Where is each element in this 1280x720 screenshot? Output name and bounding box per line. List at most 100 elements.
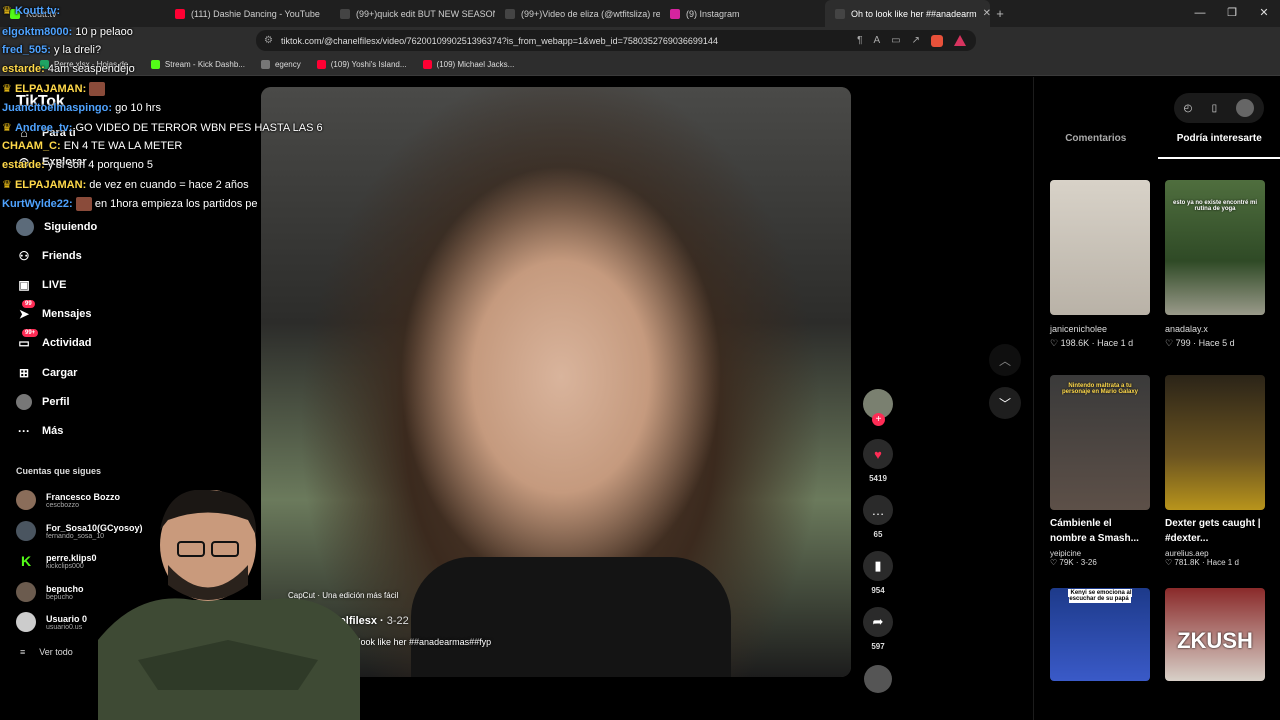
recommendation-card[interactable]: Nintendo maltrata a tu personaje en Mari… bbox=[1050, 375, 1150, 567]
video-thumbnail[interactable]: ZKUSH bbox=[1165, 588, 1265, 681]
video-thumbnail[interactable] bbox=[1165, 375, 1265, 510]
previous-video-button[interactable]: ︿ bbox=[989, 344, 1021, 376]
video-thumbnail[interactable]: Kenyi se emociona al escuchar de su papá bbox=[1050, 588, 1150, 681]
chat-text: EN 4 TE WA LA METER bbox=[63, 140, 183, 152]
video-thumbnail[interactable]: Nintendo maltrata a tu personaje en Mari… bbox=[1050, 375, 1150, 510]
video-thumbnail[interactable]: esto ya no existe encontré mi rutina de … bbox=[1165, 180, 1265, 315]
card-stats: ♡ 799 · Hace 5 d bbox=[1165, 338, 1235, 348]
bookmark-item[interactable]: (109) Michael Jacks... bbox=[422, 60, 514, 69]
recommendation-card[interactable]: Dexter gets caught | #dexter... aurelius… bbox=[1165, 375, 1265, 567]
chevron-up-icon: ︿ bbox=[998, 353, 1011, 368]
reader-mode-icon[interactable]: ¶ bbox=[857, 35, 862, 47]
crown-icon: ♛ bbox=[2, 179, 12, 191]
comment-button[interactable]: … bbox=[863, 495, 893, 525]
close-window-button[interactable]: ✕ bbox=[1248, 0, 1280, 27]
card-author[interactable]: anadalay.x bbox=[1165, 322, 1265, 336]
card-title[interactable]: Cámbienle el nombre a Smash... bbox=[1050, 516, 1150, 546]
brave-shields-icon[interactable] bbox=[931, 34, 943, 47]
like-button[interactable]: ♥ bbox=[863, 439, 893, 469]
chat-text: y si son 4 porqueno 5 bbox=[47, 159, 154, 171]
nav-mensajes[interactable]: ➤ 99 Mensajes bbox=[16, 300, 92, 322]
browser-tab[interactable]: (99+)Video de eliza (@wtfitsliza) relo bbox=[495, 0, 660, 27]
avatar[interactable] bbox=[1236, 99, 1255, 117]
recommendation-card[interactable]: janicenicholee ♡ 198.6K · Hace 1 d bbox=[1050, 180, 1150, 350]
chat-username: ELPAJAMAN: bbox=[14, 83, 87, 95]
recommendation-card[interactable]: Kenyi se emociona al escuchar de su papá bbox=[1050, 588, 1150, 681]
close-tab-icon[interactable]: ✕ bbox=[983, 8, 990, 19]
chat-text: de vez en cuando = hace 2 años bbox=[89, 179, 249, 191]
card-author[interactable]: aurelius.aep bbox=[1165, 549, 1265, 558]
save-button[interactable]: ▮ bbox=[863, 551, 893, 581]
share-button[interactable]: ➦ bbox=[863, 607, 893, 637]
site-settings-icon[interactable]: ⚙ bbox=[264, 35, 273, 46]
card-author[interactable]: janicenicholee bbox=[1050, 322, 1150, 336]
account-handle: usuario0.us bbox=[46, 623, 83, 631]
timer-icon[interactable]: ◴ bbox=[1184, 103, 1193, 114]
new-tab-button[interactable]: + bbox=[990, 6, 1010, 21]
profile-icon bbox=[16, 394, 32, 410]
youtube-icon bbox=[316, 60, 326, 69]
chat-message: ♛ Andree_tv: GO VIDEO DE TERROR WBN PES … bbox=[2, 121, 323, 134]
share-icon[interactable]: ↗ bbox=[912, 35, 920, 47]
nav-cargar[interactable]: ⊞ Cargar bbox=[16, 365, 78, 381]
nav-label: Mensajes bbox=[42, 308, 92, 320]
browser-tab-active[interactable]: Oh to look like her ##anadearm ✕ bbox=[825, 0, 990, 27]
card-author[interactable]: yeipicine bbox=[1050, 549, 1150, 558]
follow-plus-icon[interactable]: + bbox=[872, 413, 885, 426]
bookmark-item[interactable]: Stream - Kick Dashb... bbox=[150, 60, 245, 69]
bookmarks-bar: Perre.xlsx - Hojas de... Stream - Kick D… bbox=[0, 54, 1280, 76]
chat-message: KurtWylde22: en 1hora empieza los partid… bbox=[2, 197, 258, 211]
bookmark-item[interactable]: (109) Yoshi's Island... bbox=[316, 60, 407, 69]
maximize-button[interactable]: ❐ bbox=[1216, 0, 1248, 27]
nav-mas[interactable]: ··· Más bbox=[16, 423, 63, 439]
panel-tools: ◴ ▯ bbox=[1174, 93, 1264, 123]
nav-actividad[interactable]: ▭ 99+ Actividad bbox=[16, 329, 92, 351]
heart-outline-icon: ♡ bbox=[1165, 338, 1174, 348]
chat-username: Juancitoelmaspingo: bbox=[2, 102, 113, 114]
browser-tab[interactable]: (99+)quick edit BUT NEW SEASON IS bbox=[330, 0, 495, 27]
nav-live[interactable]: ▣ LIVE bbox=[16, 277, 66, 293]
cast-icon[interactable]: ▭ bbox=[891, 35, 900, 47]
sound-disc-icon[interactable] bbox=[864, 665, 892, 693]
tab-comentarios[interactable]: Comentarios bbox=[1034, 133, 1158, 159]
author-avatar[interactable]: + bbox=[863, 389, 893, 426]
bookmark-label: (109) Yoshi's Island... bbox=[330, 60, 407, 69]
recommendation-card[interactable]: ZKUSH bbox=[1165, 588, 1265, 681]
video-actions: + ♥ 5419 … 65 ▮ 954 ➦ 597 bbox=[862, 389, 894, 693]
nav-label: Friends bbox=[42, 250, 82, 262]
followed-account[interactable]: bepucho bepucho bbox=[16, 582, 84, 602]
address-bar[interactable]: ⚙ tiktok.com/@chanelfilesx/video/7620010… bbox=[256, 30, 976, 51]
nav-perfil[interactable]: Perfil bbox=[16, 394, 70, 410]
tiktok-icon bbox=[505, 8, 515, 19]
next-video-button[interactable]: ﹀ bbox=[989, 387, 1021, 419]
see-all-button[interactable]: ≡ Ver todo bbox=[20, 647, 73, 657]
followed-account[interactable]: Usuario 0 usuario0.us bbox=[16, 612, 87, 632]
card-title[interactable]: Dexter gets caught | #dexter... bbox=[1165, 516, 1265, 546]
bookmark-label: egency bbox=[274, 60, 301, 69]
followed-account[interactable]: Kperre.klips0 kickclips000 bbox=[16, 551, 97, 571]
heart-outline-icon: ♡ bbox=[1050, 558, 1058, 567]
tab-podria-interesarte[interactable]: Podría interesarte bbox=[1157, 133, 1280, 159]
browser-tab[interactable]: (111) Dashie Dancing - YouTube bbox=[165, 0, 330, 27]
nav-friends[interactable]: ⚇ Friends bbox=[16, 248, 82, 264]
tab-title: (9) Instagram bbox=[686, 8, 740, 19]
minimize-button[interactable]: — bbox=[1184, 0, 1216, 27]
card-stats: aurelius.aep ♡ 781.8K · Hace 1 d bbox=[1165, 549, 1265, 567]
thumbnail-overlay: Kenyi se emociona al escuchar de su papá bbox=[1056, 589, 1144, 603]
translate-icon[interactable]: A bbox=[873, 35, 880, 47]
nav-siguiendo[interactable]: Siguiendo bbox=[16, 218, 97, 236]
comment-icon: … bbox=[871, 502, 885, 518]
video-thumbnail[interactable] bbox=[1050, 180, 1150, 315]
streamer-webcam bbox=[98, 490, 360, 720]
share-count: 597 bbox=[871, 642, 885, 651]
browser-tab[interactable]: (9) Instagram bbox=[660, 0, 825, 27]
brave-rewards-icon[interactable] bbox=[954, 34, 966, 46]
card-likes: 79K bbox=[1059, 558, 1074, 567]
recommendation-card[interactable]: esto ya no existe encontré mi rutina de … bbox=[1165, 180, 1265, 350]
avatar bbox=[16, 521, 36, 541]
bookmark-item[interactable]: egency bbox=[260, 60, 301, 69]
url-text[interactable]: tiktok.com/@chanelfilesx/video/762001099… bbox=[281, 36, 718, 46]
chat-message: fred_505: y la dreli? bbox=[2, 44, 101, 56]
save-count: 954 bbox=[871, 586, 885, 595]
phone-icon[interactable]: ▯ bbox=[1212, 103, 1218, 114]
